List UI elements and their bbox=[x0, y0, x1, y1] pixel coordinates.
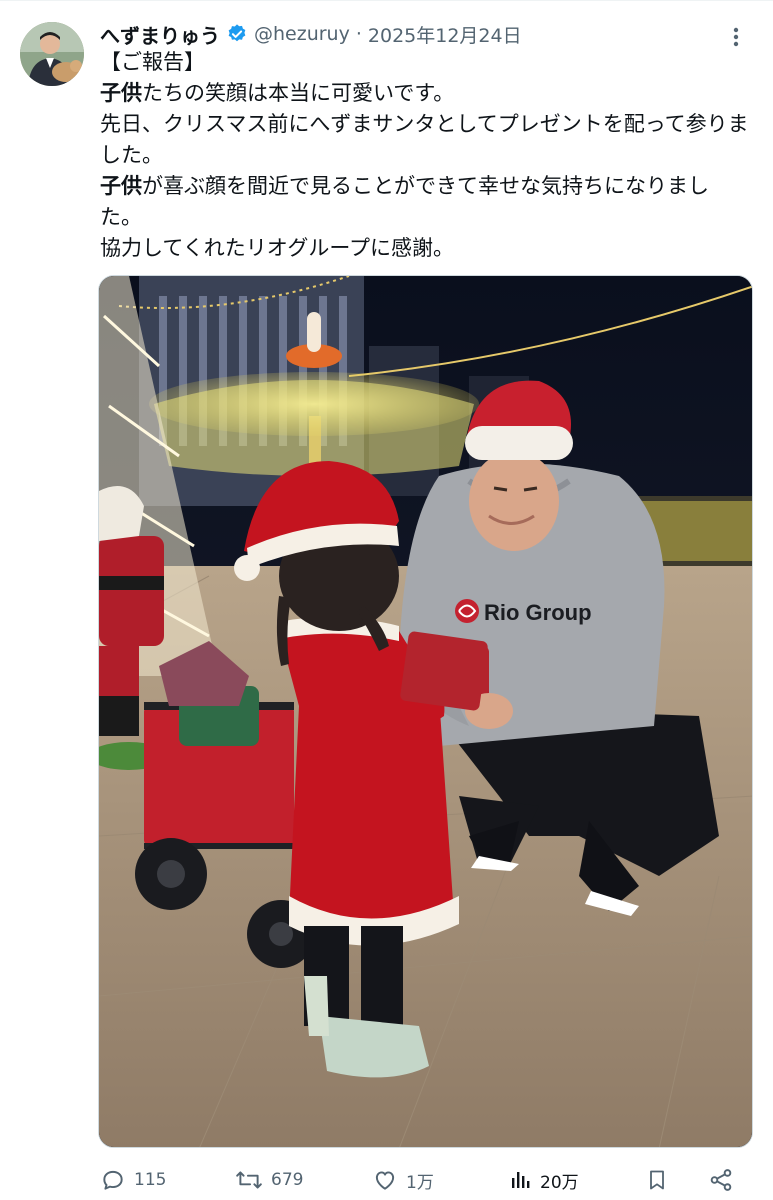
like-count: 1万 bbox=[406, 1172, 434, 1193]
reply-icon bbox=[103, 1170, 123, 1190]
tweet-line: 協力してくれたリオグループに感謝。 bbox=[100, 236, 455, 260]
hoodie-text: Rio Group bbox=[484, 600, 592, 625]
avatar-image bbox=[20, 22, 84, 86]
repost-count: 679 bbox=[271, 1170, 304, 1190]
views-count: 20万 bbox=[540, 1172, 579, 1193]
display-name[interactable]: へずまりゅう bbox=[100, 20, 220, 49]
tweet-text: 【ご報告】 子供たちの笑顔は本当に可愛いです。 先日、クリスマス前にへずまサンタ… bbox=[100, 47, 750, 264]
action-bar: 115 679 1万 20万 bbox=[100, 1160, 750, 1200]
like-icon bbox=[375, 1171, 395, 1190]
separator-dot: · bbox=[355, 23, 362, 45]
bookmark-button[interactable] bbox=[645, 1160, 669, 1200]
tweet-header: へずまりゅう @hezuruy · 2025年12月24日 bbox=[100, 18, 522, 50]
tweet-line: 【ご報告】 bbox=[100, 50, 205, 74]
line-text: たちの笑顔は本当に可愛いです。 bbox=[142, 81, 455, 105]
reply-count: 115 bbox=[134, 1170, 167, 1190]
tweet-line: 子供が喜ぶ顔を間近で見ることができて幸せな気持ちになりました。 bbox=[100, 171, 750, 233]
views-icon bbox=[512, 1172, 530, 1188]
line-text: が喜ぶ顔を間近で見ることができて幸せな気持ちになりました。 bbox=[100, 174, 709, 229]
repost-button[interactable]: 679 bbox=[235, 1160, 303, 1200]
avatar[interactable] bbox=[20, 22, 84, 86]
tweet-photo[interactable]: Rio Group bbox=[98, 275, 753, 1148]
repost-icon bbox=[236, 1171, 262, 1189]
photo-illustration: Rio Group bbox=[99, 276, 752, 1147]
bookmark-icon bbox=[650, 1170, 664, 1190]
like-button[interactable]: 1万 bbox=[372, 1160, 434, 1200]
share-icon bbox=[710, 1169, 732, 1191]
bold-word: 子供 bbox=[100, 174, 142, 198]
views-button[interactable]: 20万 bbox=[508, 1160, 579, 1200]
tweet-line: 先日、クリスマス前にへずまサンタとしてプレゼントを配って参りました。 bbox=[100, 112, 749, 167]
reply-button[interactable]: 115 bbox=[100, 1160, 166, 1200]
more-icon bbox=[733, 27, 739, 47]
top-divider bbox=[0, 0, 773, 1]
tweet-date[interactable]: 2025年12月24日 bbox=[368, 21, 522, 48]
bold-word: 子供 bbox=[100, 81, 142, 105]
verified-badge-icon bbox=[228, 24, 246, 42]
share-button[interactable] bbox=[708, 1160, 734, 1200]
handle[interactable]: @hezuruy bbox=[254, 23, 350, 45]
tweet-line: 子供たちの笑顔は本当に可愛いです。 bbox=[100, 78, 750, 109]
